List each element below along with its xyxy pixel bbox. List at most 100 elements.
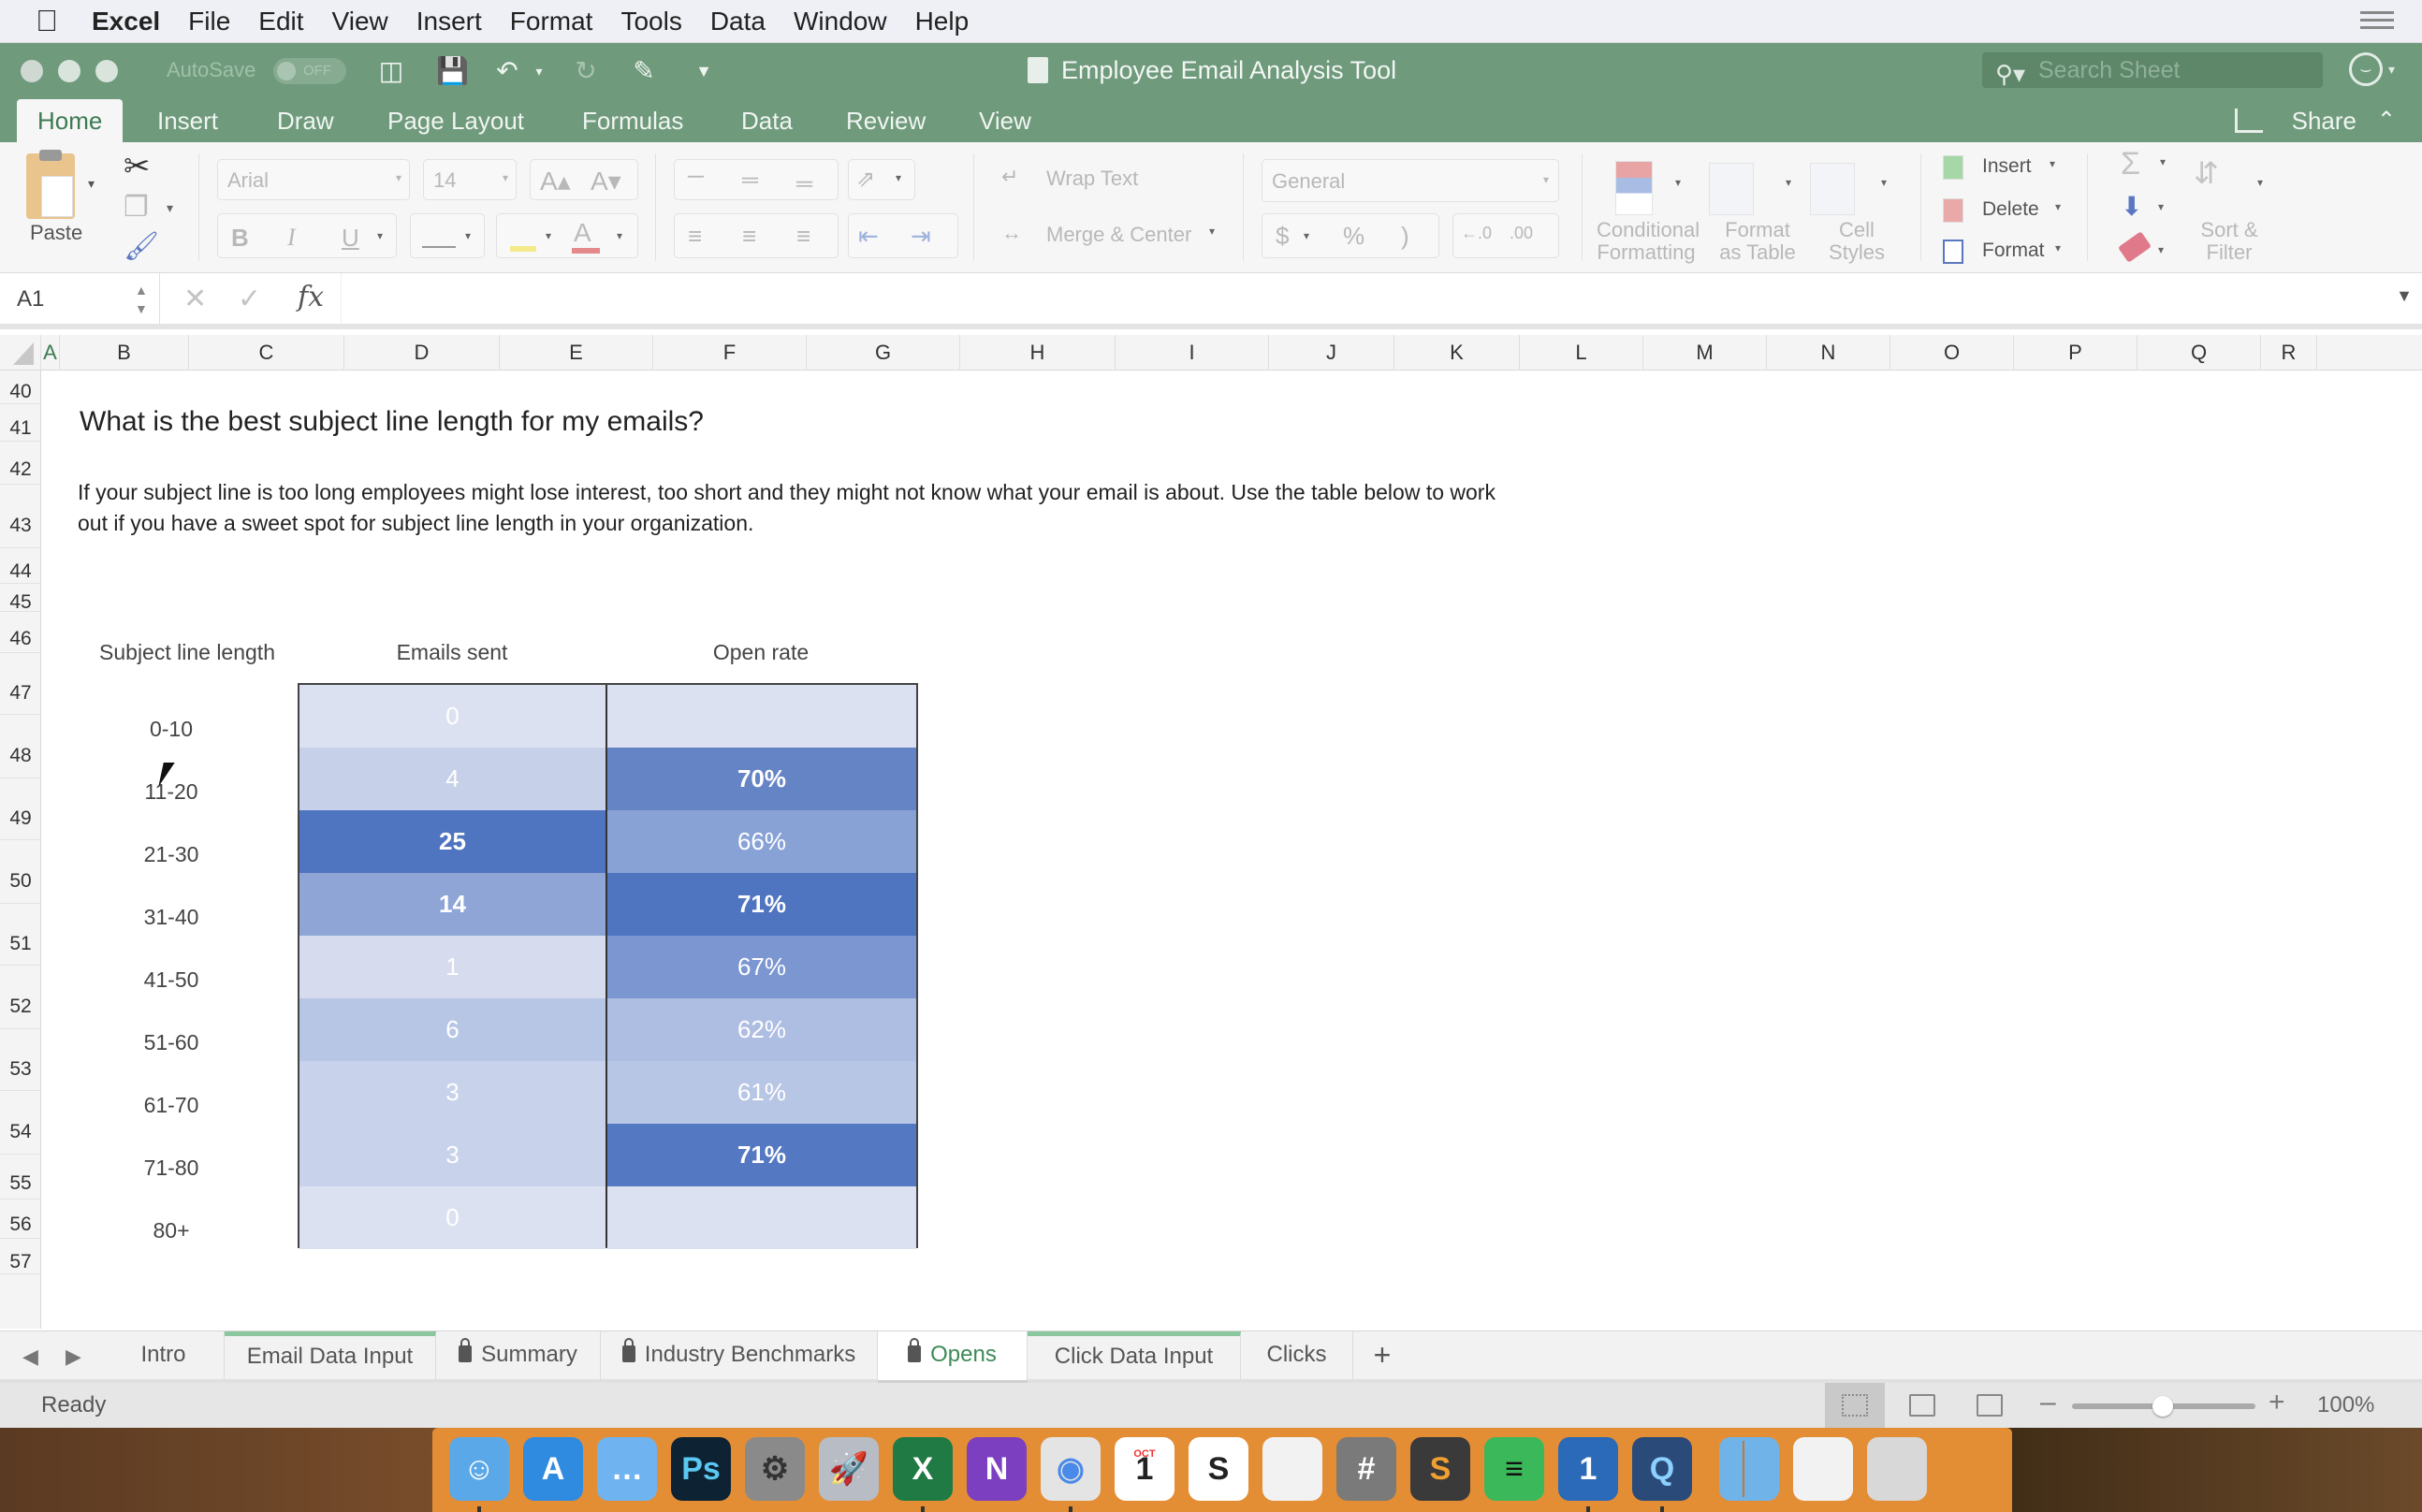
comma-style-button[interactable]: ) bbox=[1401, 222, 1409, 251]
expand-formula-bar-icon[interactable]: ▼ bbox=[2396, 286, 2413, 306]
insert-dropdown-icon[interactable]: ▾ bbox=[2050, 157, 2055, 170]
sort-filter-icon[interactable]: ⇵ bbox=[2194, 155, 2219, 191]
autosave-toggle[interactable]: OFF bbox=[273, 58, 346, 84]
column-header-e[interactable]: E bbox=[500, 335, 653, 371]
number-format-select[interactable]: General ▾ bbox=[1262, 159, 1559, 202]
format-painter-icon[interactable]: 🖌 bbox=[124, 230, 159, 263]
font-name-select[interactable]: Arial ▾ bbox=[217, 159, 410, 200]
menu-tools[interactable]: Tools bbox=[620, 7, 681, 36]
row-header-43[interactable]: 43 bbox=[0, 485, 41, 548]
emails-sent-cell[interactable]: 4 bbox=[299, 748, 606, 810]
column-header-l[interactable]: L bbox=[1520, 335, 1643, 371]
format-cells-icon[interactable] bbox=[1943, 240, 1963, 264]
save-icon[interactable]: 💾 bbox=[436, 56, 469, 86]
cancel-formula-icon[interactable]: ✕ bbox=[183, 283, 207, 315]
sheet-tab-email-data-input[interactable]: Email Data Input bbox=[225, 1331, 436, 1380]
menu-edit[interactable]: Edit bbox=[258, 7, 303, 36]
undo-icon[interactable]: ↶ bbox=[492, 56, 522, 86]
menu-excel[interactable]: Excel bbox=[92, 7, 160, 36]
dock-finder-icon[interactable]: ☺ bbox=[449, 1437, 509, 1501]
open-rate-cell[interactable]: 62% bbox=[607, 998, 916, 1061]
row-header-46[interactable]: 46 bbox=[0, 612, 41, 653]
collapse-ribbon-icon[interactable]: ⌃ bbox=[2377, 99, 2396, 142]
delete-cells-icon[interactable] bbox=[1943, 198, 1963, 223]
cell-styles-dropdown-icon[interactable]: ▾ bbox=[1881, 176, 1887, 189]
worksheet[interactable]: What is the best subject line length for… bbox=[42, 371, 2422, 1329]
name-box[interactable]: A1 bbox=[17, 286, 44, 313]
increase-indent-icon[interactable]: ⇥ bbox=[911, 222, 931, 251]
dock-system-preferences-icon[interactable]: ⚙ bbox=[745, 1437, 805, 1501]
emails-sent-cell[interactable]: 6 bbox=[299, 998, 606, 1061]
normal-view-button[interactable] bbox=[1825, 1383, 1885, 1428]
wrap-text-icon[interactable]: ↵ bbox=[1001, 165, 1018, 189]
share-icon[interactable] bbox=[2235, 109, 2263, 133]
column-header-c[interactable]: C bbox=[189, 335, 344, 371]
dock-archive-icon[interactable] bbox=[1793, 1437, 1853, 1501]
page-layout-view-button[interactable] bbox=[1892, 1383, 1952, 1428]
tab-formulas[interactable]: Formulas bbox=[562, 99, 704, 142]
close-window-button[interactable] bbox=[21, 60, 43, 82]
paste-icon[interactable] bbox=[26, 150, 75, 219]
tab-data[interactable]: Data bbox=[721, 99, 813, 142]
copy-icon[interactable]: ❐ bbox=[124, 191, 149, 224]
column-header-p[interactable]: P bbox=[2014, 335, 2137, 371]
align-left-icon[interactable]: ≡ bbox=[688, 222, 702, 251]
percent-button[interactable]: % bbox=[1343, 222, 1364, 251]
minimize-window-button[interactable] bbox=[58, 60, 80, 82]
row-header-42[interactable]: 42 bbox=[0, 442, 41, 485]
dock-textedit-icon[interactable] bbox=[1262, 1437, 1322, 1501]
fill-icon[interactable]: ⬇ bbox=[2121, 191, 2142, 222]
column-header-d[interactable]: D bbox=[344, 335, 500, 371]
row-header-57[interactable]: 57 bbox=[0, 1239, 41, 1274]
merge-center-button[interactable]: Merge & Center bbox=[1046, 223, 1191, 247]
delete-dropdown-icon[interactable]: ▾ bbox=[2055, 200, 2061, 213]
dock-photoshop-icon[interactable]: Ps bbox=[671, 1437, 731, 1501]
align-right-icon[interactable]: ≡ bbox=[796, 222, 810, 251]
page-break-view-button[interactable] bbox=[1960, 1383, 2020, 1428]
tab-insert[interactable]: Insert bbox=[137, 99, 239, 142]
column-header-j[interactable]: J bbox=[1269, 335, 1394, 371]
formula-input[interactable] bbox=[341, 273, 2385, 324]
emails-sent-cell[interactable]: 25 bbox=[299, 810, 606, 873]
row-header-41[interactable]: 41 bbox=[0, 404, 41, 442]
cell-styles-button[interactable]: Cell Styles bbox=[1825, 219, 1889, 264]
sort-filter-button[interactable]: Sort & Filter bbox=[2196, 219, 2263, 264]
insert-cells-icon[interactable] bbox=[1943, 155, 1963, 180]
dock-quicktime-icon[interactable]: Q bbox=[1632, 1437, 1692, 1501]
dock-trash-icon[interactable] bbox=[1867, 1437, 1927, 1501]
column-header-b[interactable]: B bbox=[60, 335, 189, 371]
sidebar-toggle-icon[interactable]: ◫ bbox=[376, 56, 406, 86]
column-header-k[interactable]: K bbox=[1394, 335, 1520, 371]
column-header-n[interactable]: N bbox=[1767, 335, 1890, 371]
dock-launchpad-icon[interactable]: 🚀 bbox=[819, 1437, 879, 1501]
dock-spotify-icon[interactable]: ≡ bbox=[1484, 1437, 1544, 1501]
column-header-o[interactable]: O bbox=[1890, 335, 2014, 371]
conditional-formatting-icon[interactable] bbox=[1615, 161, 1653, 215]
bold-button[interactable]: B bbox=[231, 224, 249, 253]
clear-icon[interactable] bbox=[2117, 231, 2152, 263]
fill-color-icon[interactable] bbox=[510, 222, 536, 252]
column-header-m[interactable]: M bbox=[1643, 335, 1767, 371]
merge-center-icon[interactable]: ↔ bbox=[1001, 221, 1022, 245]
column-header-q[interactable]: Q bbox=[2137, 335, 2261, 371]
orientation-button[interactable]: ⇗ ▾ bbox=[848, 159, 915, 200]
insert-cells-button[interactable]: Insert bbox=[1982, 155, 2032, 178]
name-box-stepper[interactable]: ▲ ▼ bbox=[135, 281, 148, 318]
row-header-52[interactable]: 52 bbox=[0, 966, 41, 1029]
row-header-55[interactable]: 55 bbox=[0, 1155, 41, 1199]
share-button[interactable]: Share bbox=[2292, 99, 2356, 142]
dock-messages-icon[interactable]: … bbox=[597, 1437, 657, 1501]
row-header-49[interactable]: 49 bbox=[0, 778, 41, 840]
format-as-table-button[interactable]: Format as Table bbox=[1711, 219, 1804, 264]
redo-icon[interactable]: ↻ bbox=[571, 56, 601, 86]
open-rate-cell[interactable]: 70% bbox=[607, 748, 916, 810]
autosum-dropdown-icon[interactable]: ▾ bbox=[2160, 155, 2166, 168]
confirm-formula-icon[interactable]: ✓ bbox=[238, 283, 261, 315]
search-sheet-input[interactable]: ⚲▾ Search Sheet bbox=[1982, 52, 2323, 88]
next-sheet-icon[interactable]: ▶ bbox=[66, 1345, 81, 1369]
emails-sent-cell[interactable]: 0 bbox=[299, 1186, 606, 1249]
conditional-formatting-button[interactable]: Conditional Formatting bbox=[1597, 219, 1700, 264]
menu-help[interactable]: Help bbox=[915, 7, 970, 36]
sheet-tab-summary[interactable]: Summary bbox=[436, 1331, 601, 1380]
menu-data[interactable]: Data bbox=[710, 7, 766, 36]
